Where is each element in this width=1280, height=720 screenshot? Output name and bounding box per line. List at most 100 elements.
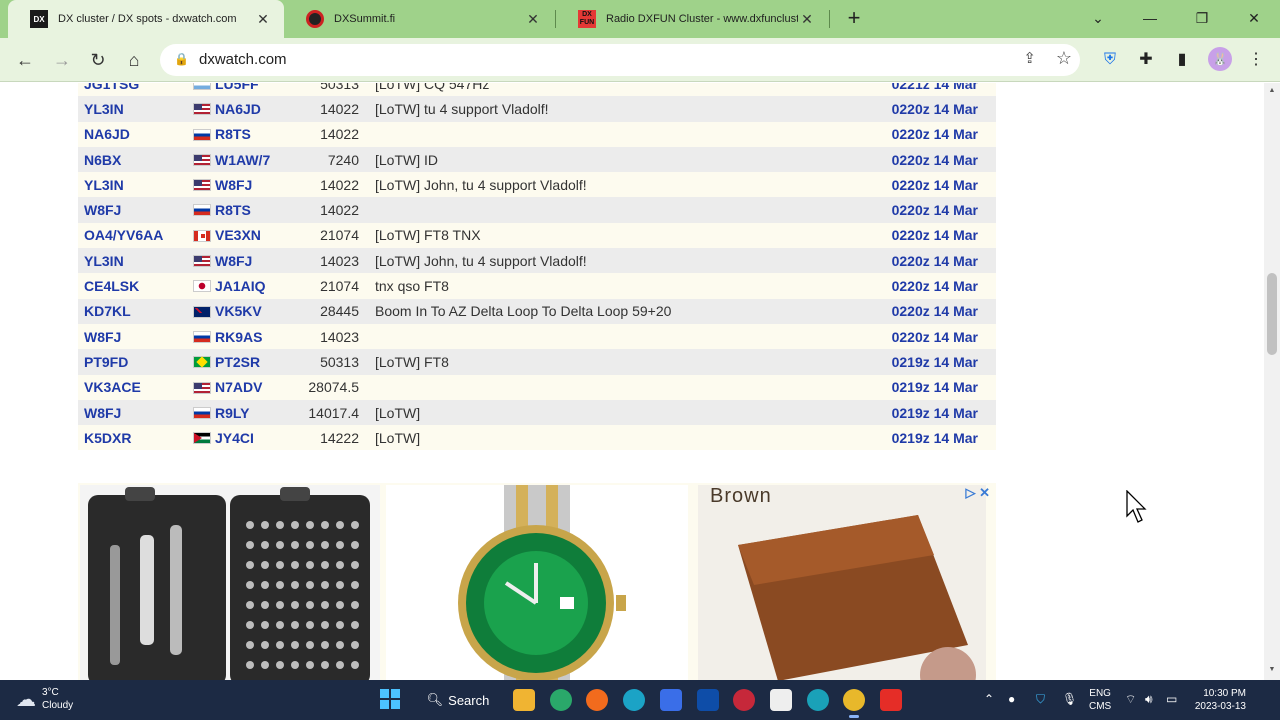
spot-row[interactable]: K5DXR JY4CI 14222 [LoTW] 0219z 14 Mar [78,425,996,451]
dx-callsign-link[interactable]: W8FJ [215,248,295,274]
menu-kebab-icon[interactable]: ⋮ [1244,48,1268,72]
security-shield-icon[interactable]: ⛉ [1036,692,1045,707]
lock-icon[interactable]: 🔒 [174,52,189,66]
spot-row[interactable]: OA4/YV6AA VE3XN 21074 [LoTW] FT8 TNX 0220z 1… [78,222,996,249]
spot-row[interactable]: YL3IN W8FJ 14022 [LoTW] John, tu 4 support … [78,172,996,198]
spot-row[interactable]: W8FJ RK9AS 14023 0220z 14 Mar [78,323,996,350]
tab-dxwatch[interactable]: DX DX cluster / DX spots - dxwatch.com ✕ [8,0,284,38]
scroll-down-icon[interactable]: ▼ [1267,666,1277,673]
close-icon[interactable]: ✕ [254,11,272,28]
extension-icon[interactable]: ⛨ [1098,48,1122,72]
page-scrollbar[interactable]: ▲ ▼ [1264,83,1280,680]
spotter-callsign-link[interactable]: NA6JD [78,121,193,147]
spot-row[interactable]: NA6JD R8TS 14022 0220z 14 Mar [78,121,996,147]
battery-icon[interactable]: ▭ [1166,692,1177,706]
spotter-callsign-link[interactable]: W8FJ [78,323,193,350]
spotter-callsign-link[interactable]: YL3IN [78,96,193,122]
dx-callsign-link[interactable]: PT2SR [215,349,295,375]
bookmark-star-icon[interactable]: ☆ [1056,48,1072,69]
store-icon[interactable] [660,689,682,711]
spot-row[interactable]: W8FJ R9LY 14017.4 [LoTW] 0219z 14 Mar [78,399,996,426]
spot-row[interactable]: JG1TSG LU5FF 50313 [LoTW] CQ 547Hz 0221z 14 … [78,83,996,97]
file-explorer-icon[interactable] [513,689,535,711]
spotter-callsign-link[interactable]: CE4LSK [78,273,193,299]
window-close-button[interactable]: ✕ [1242,6,1266,30]
close-icon[interactable]: ✕ [798,11,816,28]
spotter-callsign-link[interactable]: K5DXR [78,425,193,451]
dx-callsign-link[interactable]: JA1AIQ [215,273,295,299]
share-icon[interactable]: ⇪ [1023,49,1036,67]
ad-leather-wallet[interactable]: Brown [698,485,986,680]
youtube-icon[interactable] [880,689,902,711]
edge-beta-icon[interactable] [807,689,829,711]
edge-dev-icon[interactable] [550,689,572,711]
home-button[interactable]: ⌂ [120,46,148,74]
profile-avatar[interactable]: 🐰 [1208,47,1232,71]
spotter-callsign-link[interactable]: W8FJ [78,399,193,426]
dx-callsign-link[interactable]: VK5KV [215,298,295,324]
url-text[interactable]: dxwatch.com [199,51,287,68]
spot-row[interactable]: YL3IN W8FJ 14023 [LoTW] John, tu 4 support … [78,248,996,274]
app-red-icon[interactable] [733,689,755,711]
system-clock[interactable]: 10:30 PM 2023-03-13 [1190,687,1246,713]
tray-app-icon[interactable]: ● [1008,692,1015,706]
dx-callsign-link[interactable]: NA6JD [215,96,295,122]
dx-callsign-link[interactable]: W8FJ [215,172,295,198]
dx-callsign-link[interactable]: RK9AS [215,323,295,350]
start-button[interactable] [380,689,400,709]
side-panel-icon[interactable]: ▮ [1170,48,1194,72]
edge-canary-icon[interactable] [623,689,645,711]
dx-callsign-link[interactable]: R8TS [215,121,295,147]
spot-row[interactable]: YL3IN NA6JD 14022 [LoTW] tu 4 support Vlado… [78,96,996,122]
wifi-icon[interactable]: ⌔ [1125,692,1136,707]
spotter-callsign-link[interactable]: PT9FD [78,349,193,375]
adchoices-icon[interactable]: ▷ ✕ [965,485,990,501]
close-icon[interactable]: ✕ [524,11,542,28]
dx-callsign-link[interactable]: W1AW/7 [215,146,295,173]
dx-callsign-link[interactable]: R8TS [215,197,295,223]
app-white-icon[interactable] [770,689,792,711]
dx-callsign-link[interactable]: R9LY [215,399,295,426]
spotter-callsign-link[interactable]: OA4/YV6AA [78,222,193,249]
ad-screwdriver-kit[interactable] [80,485,380,680]
minimize-button[interactable]: — [1138,6,1162,30]
tray-overflow-chevron-icon[interactable]: ⌃ [984,692,994,706]
dx-callsign-link[interactable]: VE3XN [215,222,295,249]
spot-row[interactable]: KD7KL VK5KV 28445 Boom In To AZ Delta Loop … [78,298,996,324]
volume-icon[interactable]: 🔊︎ [1145,692,1153,707]
puzzle-extensions-icon[interactable]: ✚ [1134,48,1158,72]
address-bar[interactable]: 🔒 dxwatch.com ⇪ ☆ [160,44,1080,76]
back-button[interactable]: ← [11,46,39,74]
spot-row[interactable]: W8FJ R8TS 14022 0220z 14 Mar [78,197,996,223]
dx-callsign-link[interactable]: JY4CI [215,425,295,451]
microphone-icon[interactable]: 🎙︎ [1062,692,1077,706]
spotter-callsign-link[interactable]: N6BX [78,146,193,173]
spot-row[interactable]: N6BX W1AW/7 7240 [LoTW] ID 0220z 14 Mar [78,146,996,173]
scroll-up-icon[interactable]: ▲ [1267,87,1277,94]
app-window-icon[interactable] [697,689,719,711]
dx-callsign-link[interactable]: LU5FF [215,83,295,97]
spot-row[interactable]: VK3ACE N7ADV 28074.5 0219z 14 Mar [78,374,996,400]
taskbar-search[interactable]: 🔍︎ Search [416,686,500,714]
spotter-callsign-link[interactable]: VK3ACE [78,374,193,400]
firefox-icon[interactable] [586,689,608,711]
tab-dxsummit[interactable]: DXSummit.fi ✕ [284,0,554,38]
spot-row[interactable]: CE4LSK JA1AIQ 21074 tnx qso FT8 0220z 14 Mar [78,273,996,299]
language-indicator[interactable]: ENG CMS [1089,687,1111,713]
ad-banner[interactable]: Brown ▷ ✕ [78,483,996,680]
tab-dxfun[interactable]: DX FUN Radio DXFUN Cluster - www.dxfuncl… [556,0,828,38]
tab-search-chevron-icon[interactable]: ⌄ [1086,6,1110,30]
dx-callsign-link[interactable]: N7ADV [215,374,295,400]
spotter-callsign-link[interactable]: YL3IN [78,172,193,198]
spotter-callsign-link[interactable]: JG1TSG [78,83,193,97]
new-tab-button[interactable]: + [842,6,866,30]
scrollbar-thumb[interactable] [1267,273,1277,355]
weather-widget[interactable]: ☁ 3°C Cloudy [16,686,73,712]
spot-row[interactable]: PT9FD PT2SR 50313 [LoTW] FT8 0219z 14 Mar [78,349,996,375]
forward-button[interactable]: → [48,46,76,74]
spotter-callsign-link[interactable]: YL3IN [78,248,193,274]
chrome-icon[interactable] [843,689,865,718]
reload-button[interactable]: ↻ [84,46,112,74]
restore-button[interactable]: ❐ [1190,6,1214,30]
spotter-callsign-link[interactable]: W8FJ [78,197,193,223]
